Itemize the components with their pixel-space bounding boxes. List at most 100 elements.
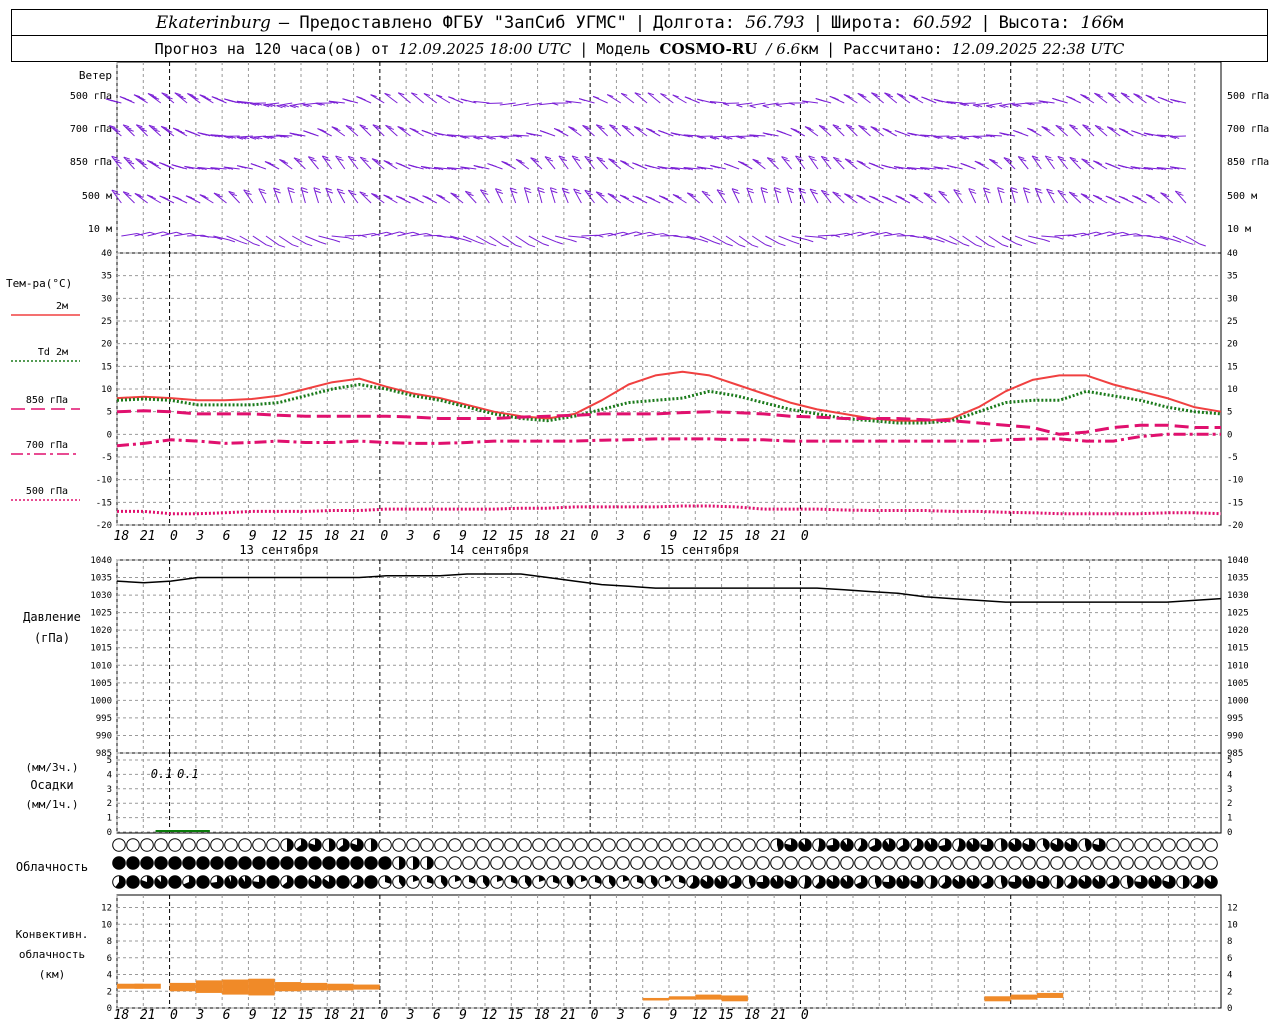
cloud-cover-circle	[952, 856, 966, 870]
wind-barb-feather	[241, 241, 248, 245]
temp-tick-label-right: 15	[1227, 362, 1238, 372]
wind-barb-feather	[636, 231, 643, 235]
wind-barb	[1080, 94, 1095, 104]
precip-tick-label-left: 5	[107, 756, 112, 766]
cloud-cover-circle	[154, 838, 168, 852]
precip-tick-label-left: 4	[107, 770, 112, 780]
time-tick-label-bottom: 21	[771, 1008, 787, 1023]
wind-barb	[160, 231, 177, 237]
cloud-cover-fill	[294, 875, 308, 889]
wind-barb-feather	[661, 131, 668, 135]
temp-tick-label-left: 10	[101, 385, 112, 395]
wind-barb	[325, 187, 333, 204]
time-tick-label: 15	[298, 529, 314, 544]
cloud-cover-circle	[462, 838, 476, 852]
cloud-cover-circle	[602, 856, 616, 870]
wind-level-label-right: 700 гПа	[1227, 124, 1269, 135]
cloud-cover-circle	[1120, 838, 1134, 852]
convective-bar	[169, 982, 196, 992]
cloud-cover-circle	[1050, 856, 1064, 870]
cloud-cover-circle	[532, 838, 546, 852]
wind-barb	[213, 192, 227, 204]
wind-barb	[515, 235, 530, 246]
pressure-tick-label-left: 1035	[90, 574, 112, 584]
time-tick-label: 21	[140, 529, 156, 544]
wind-barb	[809, 188, 819, 204]
precip-bar	[155, 830, 184, 832]
cloud-cover-circle	[938, 856, 952, 870]
cloud-cover-circle	[896, 856, 910, 870]
wind-level-label: 500 гПа	[70, 91, 112, 102]
wind-barb	[738, 235, 753, 246]
cloud-cover-circle	[672, 856, 686, 870]
temp-tick-label-left: 30	[101, 294, 112, 304]
cloud-cover-fill	[294, 856, 308, 870]
cloud-cover-circle	[518, 856, 532, 870]
wind-level-label-right: 500 гПа	[1227, 91, 1269, 102]
wind-barb	[857, 92, 871, 104]
cloud-cover-circle	[686, 838, 700, 852]
wind-barb	[1133, 93, 1147, 104]
temp-tick-label-right: -20	[1227, 521, 1243, 531]
cloud-cover-circle	[658, 856, 672, 870]
time-tick-label: 6	[223, 529, 231, 544]
temp-legend-label: 700 гПа	[26, 440, 68, 451]
wind-barb	[318, 235, 335, 241]
wind-barb	[1022, 187, 1029, 204]
cloud-cover-fill	[803, 875, 812, 889]
cloud-cover-fill	[308, 856, 322, 870]
cloud-cover-circle	[406, 838, 420, 852]
convective-bar	[301, 982, 328, 991]
wind-barb-feather	[749, 105, 756, 109]
cloud-cover-circle	[490, 838, 504, 852]
wind-barb	[411, 92, 424, 104]
cloud-cover-fill	[1056, 875, 1064, 889]
time-tick-label: 3	[616, 529, 625, 544]
wind-barb	[371, 193, 385, 204]
convective-tick-label-right: 12	[1227, 904, 1238, 914]
wind-barb	[383, 160, 398, 170]
pressure-tick-label-left: 1025	[90, 609, 112, 619]
time-tick-label: 6	[433, 529, 441, 544]
time-tick-label: 9	[249, 529, 257, 544]
pressure-unit: (гПа)	[34, 631, 70, 645]
cloud-cover-circle	[910, 856, 924, 870]
convective-tick-label-right: 4	[1227, 971, 1232, 981]
cloud-cover-circle	[1148, 838, 1162, 852]
wind-barb	[988, 235, 1003, 246]
wind-barb-feather	[779, 131, 786, 135]
wind-barb	[1169, 135, 1186, 138]
cloud-cover-circle	[252, 838, 266, 852]
temp-tick-label-left: 5	[107, 408, 112, 418]
cloud-cover-fill	[168, 875, 182, 889]
time-tick-label: 9	[669, 529, 677, 544]
time-tick-label: 0	[380, 529, 388, 544]
cloud-cover-circle	[812, 856, 826, 870]
wind-barb	[896, 93, 911, 104]
time-tick-label: 21	[771, 529, 787, 544]
wind-barb	[607, 193, 622, 204]
time-tick-label: 15	[718, 529, 734, 544]
time-tick-label: 9	[459, 529, 467, 544]
wind-barb-feather	[542, 131, 550, 135]
wind-barb	[502, 235, 516, 246]
meteogram: Ветер 500 гПа 500 гПа 700 гПа 700 гПа 850 гПа…	[6, 61, 1269, 1023]
wind-barb-feather	[1016, 131, 1023, 135]
precip-tick-label-right: 1	[1227, 814, 1232, 824]
cloud-cover-fill	[266, 875, 280, 889]
cloud-cover-circle	[1022, 856, 1036, 870]
cloud-cover-circle	[1134, 838, 1148, 852]
cloud-cover-circle	[1106, 856, 1120, 870]
convective-bar	[327, 983, 354, 991]
wind-barb	[568, 126, 582, 137]
convective-bar	[695, 994, 722, 1000]
cloud-cover-circle	[784, 856, 798, 870]
wind-barb-feather	[1002, 244, 1009, 248]
convective-bar	[248, 978, 275, 996]
cloud-cover-fill	[126, 856, 140, 870]
wind-barb	[856, 160, 871, 170]
wind-barb-feather	[779, 243, 786, 247]
wind-barb	[686, 192, 700, 204]
wind-barb-feather	[988, 244, 995, 248]
wind-barb	[786, 187, 793, 204]
